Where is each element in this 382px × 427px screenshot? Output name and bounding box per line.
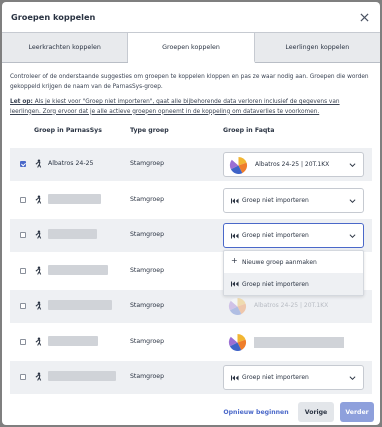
- group-type: Stamgroep: [130, 373, 165, 380]
- pie-logo-icon: [228, 333, 247, 351]
- row-checkbox[interactable]: [20, 339, 26, 345]
- table-row: Stamgroep Groep niet importeren: [10, 184, 372, 217]
- plus-icon: +: [231, 256, 238, 265]
- next-button[interactable]: Verder: [340, 402, 374, 422]
- selected-value: Albatros 24-25 | 20T.1KX: [255, 161, 330, 168]
- group-type: Stamgroep: [130, 196, 165, 203]
- warning-body: Als je kiest voor "Groep niet importeren…: [10, 99, 340, 115]
- dialog: Groepen koppelen Leerkrachten koppelen G…: [2, 2, 380, 425]
- dialog-header: Groepen koppelen: [2, 2, 380, 32]
- table-row: Stamgroep Groep niet importeren: [10, 361, 372, 394]
- skip-icon: [231, 198, 239, 204]
- skip-icon: [231, 281, 239, 287]
- chevron-down-icon: [349, 376, 356, 381]
- person-icon: [35, 266, 42, 275]
- chevron-down-icon: [349, 234, 356, 239]
- chevron-down-icon: [349, 199, 356, 204]
- row-checkbox[interactable]: [20, 232, 26, 238]
- person-icon: [35, 301, 42, 310]
- person-icon: [35, 230, 42, 239]
- tab-groepen[interactable]: Groepen koppelen: [128, 32, 255, 63]
- person-icon: [35, 159, 42, 168]
- close-icon: [359, 12, 369, 22]
- group-type: Stamgroep: [130, 302, 165, 309]
- skip-icon: [231, 233, 239, 239]
- group-type: Stamgroep: [130, 231, 165, 238]
- reset-button[interactable]: Opnieuw beginnen: [223, 402, 289, 422]
- group-name-redacted: [48, 265, 108, 275]
- dropdown-option-redacted[interactable]: [223, 330, 364, 355]
- table-header: Groep in ParnasSys Type groep Groep in F…: [10, 127, 372, 139]
- option-skip-import[interactable]: Groep niet importeren: [224, 273, 363, 295]
- group-name-redacted: [48, 194, 101, 204]
- warning-text: Let op: Als je kiest voor "Groep niet im…: [10, 98, 372, 117]
- dialog-footer: Opnieuw beginnen Vorige Verder: [2, 400, 380, 425]
- tab-bar: Leerkrachten koppelen Groepen koppelen L…: [2, 32, 380, 63]
- person-icon: [35, 195, 42, 204]
- table-row: Stamgroep Groep niet importeren: [10, 219, 372, 252]
- faqta-select-behind-dropdown: Albatros 24-25 | 20T.1KX: [223, 294, 364, 319]
- header-parnassys: Groep in ParnasSys: [34, 127, 102, 134]
- skip-icon: [231, 375, 239, 381]
- row-checkbox[interactable]: [20, 197, 26, 203]
- pie-logo-icon: [229, 156, 248, 174]
- group-name: Albatros 24-25: [48, 160, 94, 167]
- pie-logo-icon: [228, 297, 247, 315]
- option-label: Groep niet importeren: [242, 280, 309, 288]
- group-name-redacted: [48, 229, 97, 239]
- group-name-redacted: [48, 371, 116, 381]
- dropdown-option-label: Albatros 24-25 | 20T.1KX: [254, 302, 329, 309]
- faqta-group-select[interactable]: Groep niet importeren: [223, 188, 364, 213]
- table-row: Stamgroep: [10, 326, 372, 359]
- group-type: Stamgroep: [130, 160, 165, 167]
- faqta-group-select[interactable]: Groep niet importeren: [223, 223, 364, 248]
- table-row: Albatros 24-25 Stamgroep Albatros 24-25 …: [10, 148, 372, 181]
- person-icon: [35, 337, 42, 346]
- tab-leerlingen[interactable]: Leerlingen koppelen: [254, 32, 380, 62]
- row-checkbox[interactable]: [20, 268, 26, 274]
- person-icon: [35, 372, 42, 381]
- row-checkbox[interactable]: [20, 374, 26, 380]
- selected-value: Groep niet importeren: [242, 197, 309, 204]
- faqta-group-select[interactable]: Albatros 24-25 | 20T.1KX: [223, 152, 364, 177]
- option-label-redacted: [254, 337, 344, 348]
- dropdown-menu: + Nieuwe groep aanmaken Groep niet impor…: [223, 250, 364, 296]
- row-checkbox[interactable]: [20, 303, 26, 309]
- intro-text: Controleer of de onderstaande suggesties…: [10, 74, 369, 90]
- option-new-group[interactable]: + Nieuwe groep aanmaken: [224, 251, 363, 273]
- option-label: Nieuwe groep aanmaken: [242, 258, 317, 266]
- selected-value: Groep niet importeren: [242, 232, 309, 239]
- group-type: Stamgroep: [130, 267, 165, 274]
- warning-prefix: Let op:: [10, 99, 33, 105]
- tab-leerkrachten[interactable]: Leerkrachten koppelen: [2, 32, 129, 62]
- group-type: Stamgroep: [130, 338, 165, 345]
- header-type: Type groep: [130, 127, 169, 134]
- row-checkbox[interactable]: [20, 161, 26, 167]
- header-faqta: Groep in Faqta: [223, 127, 275, 134]
- close-button[interactable]: [357, 10, 371, 24]
- group-name-redacted: [48, 336, 98, 346]
- previous-button[interactable]: Vorige: [298, 402, 334, 422]
- faqta-group-select[interactable]: Groep niet importeren: [223, 365, 364, 390]
- group-name-redacted: [48, 300, 112, 310]
- chevron-down-icon: [349, 163, 356, 168]
- selected-value: Groep niet importeren: [242, 374, 309, 381]
- dialog-title: Groepen koppelen: [11, 12, 96, 22]
